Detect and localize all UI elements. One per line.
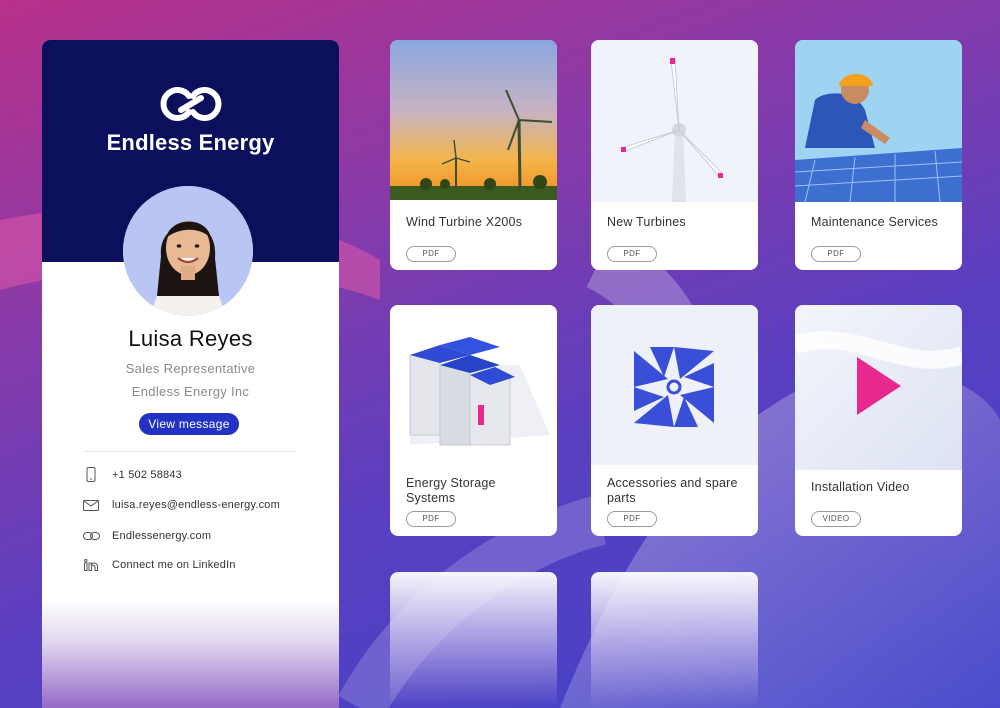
tile-title: Accessories and spare parts	[607, 476, 738, 505]
tile-title: Wind Turbine X200s	[406, 215, 523, 229]
maintenance-image	[795, 40, 962, 202]
pdf-badge[interactable]: PDF	[607, 246, 657, 262]
link-icon	[82, 532, 100, 540]
view-message-button[interactable]: View message	[139, 413, 239, 435]
tile-title: Installation Video	[811, 480, 910, 494]
tile-title: Maintenance Services	[811, 215, 938, 229]
tile-placeholder	[591, 572, 758, 708]
tile-placeholder	[390, 572, 557, 708]
tile-fade-overlay	[390, 572, 557, 708]
contact-email[interactable]: luisa.reyes@endless-energy.com	[82, 499, 280, 511]
contact-website[interactable]: Endlessenergy.com	[82, 530, 211, 542]
tile-accessories[interactable]: Accessories and spare parts PDF	[591, 305, 758, 536]
pdf-badge[interactable]: PDF	[607, 511, 657, 527]
pdf-badge[interactable]: PDF	[406, 246, 456, 262]
contact-phone[interactable]: +1 502 58843	[82, 467, 182, 482]
profile-fade-overlay	[42, 598, 339, 708]
infinity-link-icon	[160, 87, 221, 121]
person-name: Luisa Reyes	[128, 326, 253, 351]
contact-linkedin[interactable]: Connect me on LinkedIn	[82, 559, 236, 571]
wind-turbine-image	[390, 40, 557, 200]
divider	[84, 451, 297, 452]
phone-icon	[82, 467, 100, 482]
contact-email-text: luisa.reyes@endless-energy.com	[112, 499, 280, 511]
person-company: Endless Energy Inc	[131, 384, 250, 399]
brand-name: Endless Energy	[106, 130, 275, 155]
turbine-render-image	[591, 40, 758, 202]
tile-title: Energy Storage Systems	[406, 476, 496, 505]
video-badge[interactable]: VIDEO	[811, 511, 861, 527]
pdf-badge[interactable]: PDF	[811, 246, 861, 262]
video-thumbnail	[795, 305, 962, 470]
tile-installation-video[interactable]: Installation Video VIDEO	[795, 305, 962, 536]
tile-new-turbines[interactable]: New Turbines PDF	[591, 40, 758, 270]
avatar	[123, 186, 253, 316]
linkedin-icon	[82, 559, 100, 571]
pdf-badge[interactable]: PDF	[406, 511, 456, 527]
mail-icon	[82, 499, 100, 511]
tile-maintenance[interactable]: Maintenance Services PDF	[795, 40, 962, 270]
tile-fade-overlay	[591, 572, 758, 708]
profile-card: Endless Energy Luisa Reyes Sales Represe…	[42, 40, 339, 708]
tile-wind-turbine[interactable]: Wind Turbine X200s PDF	[390, 40, 557, 270]
contact-phone-text: +1 502 58843	[112, 468, 182, 481]
tile-energy-storage[interactable]: Energy Storage Systems PDF	[390, 305, 557, 536]
pinwheel-logo-image	[591, 305, 758, 465]
contact-website-text: Endlessenergy.com	[112, 530, 212, 542]
contact-linkedin-text: Connect me on LinkedIn	[112, 559, 236, 571]
brand-logo: Endless Energy	[42, 84, 339, 156]
person-role: Sales Representative	[125, 361, 256, 376]
energy-storage-image	[390, 305, 557, 465]
tile-title: New Turbines	[607, 215, 686, 229]
